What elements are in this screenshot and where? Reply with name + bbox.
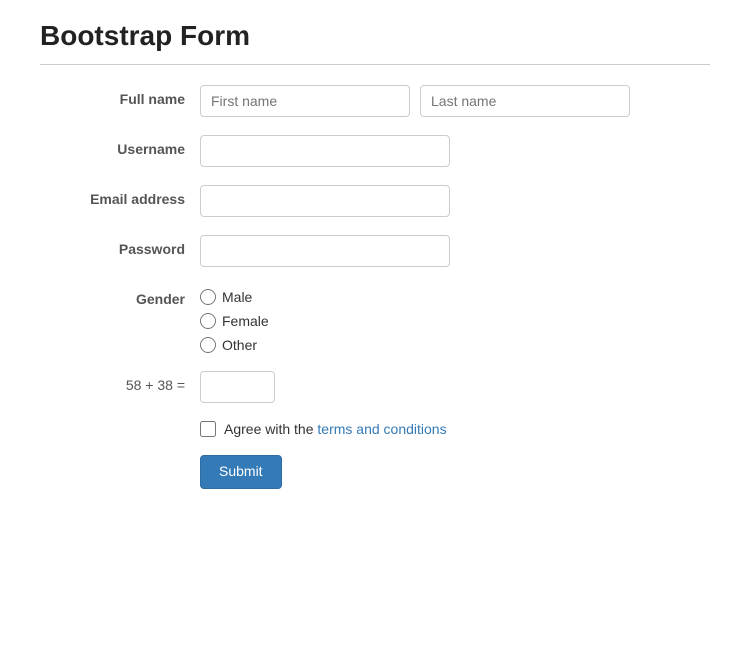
username-group: Username (40, 135, 710, 167)
fullname-label: Full name (40, 85, 200, 107)
password-controls (200, 235, 710, 267)
email-input[interactable] (200, 185, 450, 217)
email-controls (200, 185, 710, 217)
gender-male-radio[interactable] (200, 289, 216, 305)
gender-female-option[interactable]: Female (200, 313, 269, 329)
page-container: Bootstrap Form Full name Username Email … (0, 0, 750, 509)
terms-link[interactable]: terms and conditions (317, 421, 446, 437)
fullname-controls (200, 85, 710, 117)
terms-checkbox[interactable] (200, 421, 216, 437)
captcha-label: 58 + 38 = (40, 371, 200, 393)
password-input[interactable] (200, 235, 450, 267)
gender-female-radio[interactable] (200, 313, 216, 329)
gender-other-label: Other (222, 337, 257, 353)
username-input[interactable] (200, 135, 450, 167)
gender-male-label: Male (222, 289, 252, 305)
captcha-input[interactable] (200, 371, 275, 403)
captcha-controls (200, 371, 710, 403)
bootstrap-form: Full name Username Email address Passwor… (40, 85, 710, 489)
gender-other-option[interactable]: Other (200, 337, 269, 353)
fullname-group: Full name (40, 85, 710, 117)
username-label: Username (40, 135, 200, 157)
email-group: Email address (40, 185, 710, 217)
page-title: Bootstrap Form (40, 20, 710, 52)
terms-group: Agree with the terms and conditions (40, 421, 710, 437)
gender-other-radio[interactable] (200, 337, 216, 353)
captcha-group: 58 + 38 = (40, 371, 710, 403)
terms-label: Agree with the terms and conditions (224, 421, 447, 437)
username-controls (200, 135, 710, 167)
gender-female-label: Female (222, 313, 269, 329)
email-label: Email address (40, 185, 200, 207)
lastname-input[interactable] (420, 85, 630, 117)
firstname-input[interactable] (200, 85, 410, 117)
gender-male-option[interactable]: Male (200, 289, 269, 305)
submit-button[interactable]: Submit (200, 455, 282, 489)
divider (40, 64, 710, 65)
password-label: Password (40, 235, 200, 257)
submit-group: Submit (40, 455, 710, 489)
gender-group: Gender Male Female Other (40, 285, 710, 353)
password-group: Password (40, 235, 710, 267)
gender-options: Male Female Other (200, 285, 269, 353)
gender-label: Gender (40, 285, 200, 307)
